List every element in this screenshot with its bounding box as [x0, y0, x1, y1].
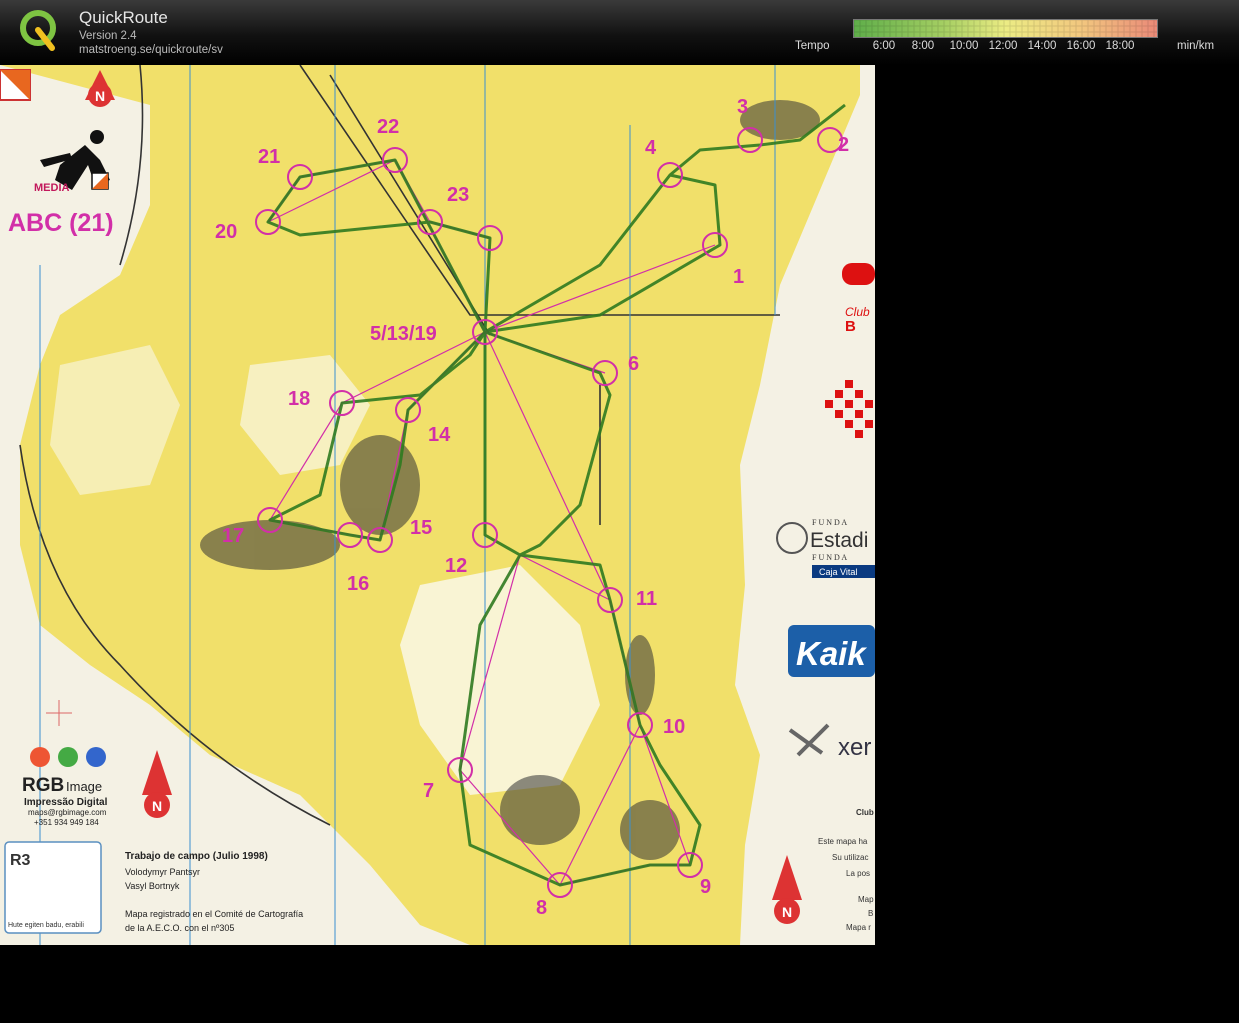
- tempo-label: Tempo: [795, 40, 830, 52]
- control-label: 18: [288, 388, 310, 410]
- app-url[interactable]: matstroeng.se/quickroute/sv: [79, 44, 223, 56]
- control-label: 22: [377, 116, 399, 138]
- registro-line: de la A.E.C.O. con el nº305: [125, 923, 234, 933]
- app-version: Version 2.4: [79, 30, 137, 42]
- control-label: 4: [645, 137, 657, 159]
- right-note: Este mapa ha: [818, 837, 868, 846]
- control-label: 2: [838, 134, 849, 156]
- control-label: 8: [536, 897, 547, 919]
- control-label: 20: [215, 221, 237, 243]
- control-label: 7: [423, 780, 434, 802]
- estadio-text: Estadi: [810, 529, 868, 552]
- tempo-tick: 14:00: [1027, 40, 1057, 52]
- right-note: B: [868, 909, 873, 918]
- orienteering-map[interactable]: 1 2 3 4 5/13/19 6 7 8 9 10 11 12 14 15 1…: [0, 65, 875, 945]
- app-header: QuickRoute Version 2.4 matstroeng.se/qui…: [0, 0, 1239, 65]
- control-label: 3: [737, 96, 748, 118]
- control-label: 23: [447, 184, 469, 206]
- tempo-color-scale: [853, 19, 1158, 38]
- control-label: 9: [700, 876, 711, 898]
- r3-label: R3: [10, 852, 31, 869]
- club-letter: B: [845, 318, 856, 335]
- funda-text: F U N D A: [812, 553, 847, 562]
- right-note: Su utilizac: [832, 853, 868, 862]
- north-label: N: [152, 798, 162, 814]
- rgb-name: RGB: [22, 775, 64, 796]
- caja-vital-text: Caja Vital: [819, 567, 857, 577]
- status-bar: [0, 945, 1239, 1023]
- control-label: 11: [636, 588, 657, 610]
- right-note: Club: [856, 808, 874, 817]
- tempo-tick: 8:00: [911, 40, 935, 52]
- registro-line: Mapa registrado en el Comité de Cartogra…: [125, 909, 303, 919]
- sponsor-logo-icon: [842, 263, 875, 285]
- start-flag-icon: [0, 69, 31, 101]
- media-brand: MEDIA: [34, 182, 70, 194]
- control-label: 5/13/19: [370, 323, 437, 345]
- app-title: QuickRoute: [79, 8, 168, 27]
- tempo-tick: 18:00: [1105, 40, 1135, 52]
- tempo-tick: 10:00: [949, 40, 979, 52]
- right-note: Map: [858, 895, 874, 904]
- credit-line: Vasyl Bortnyk: [125, 881, 180, 891]
- right-note: La pos: [846, 869, 870, 878]
- kaik-text: Kaik: [796, 635, 867, 672]
- control-label: 12: [445, 555, 467, 577]
- rgb-logo-icon: [30, 747, 106, 767]
- funda-text: F U N D A: [812, 518, 847, 527]
- control-label: 17: [222, 525, 244, 547]
- rgb-email: maps@rgbimage.com: [28, 808, 107, 817]
- control-label: 10: [663, 716, 685, 738]
- north-label: N: [782, 904, 792, 920]
- credits-title: Trabajo de campo (Julio 1998): [125, 851, 268, 862]
- control-label: 14: [428, 424, 451, 446]
- control-label: 21: [258, 146, 280, 168]
- course-header: ABC (21): [8, 209, 114, 237]
- tempo-unit: min/km: [1177, 40, 1215, 52]
- north-label: N: [95, 88, 105, 104]
- xer-text: xer: [838, 734, 871, 761]
- control-label: 16: [347, 573, 369, 595]
- credit-line: Volodymyr Pantsyr: [125, 867, 200, 877]
- tempo-tick: 12:00: [988, 40, 1018, 52]
- tempo-tick: 6:00: [872, 40, 896, 52]
- club-text: Club: [845, 305, 870, 319]
- rgb-phone: +351 934 949 184: [34, 818, 99, 827]
- right-note: Mapa r: [846, 923, 871, 932]
- rgb-image: Image: [66, 779, 102, 794]
- rgb-sub: Impressão Digital: [24, 797, 108, 808]
- control-label: 15: [410, 517, 432, 539]
- control-label: 6: [628, 353, 639, 375]
- r3-note: Hute egiten badu, erabili: [8, 922, 84, 929]
- control-label: 1: [733, 266, 744, 288]
- tempo-tick: 16:00: [1066, 40, 1096, 52]
- quickroute-logo-icon: [20, 10, 56, 51]
